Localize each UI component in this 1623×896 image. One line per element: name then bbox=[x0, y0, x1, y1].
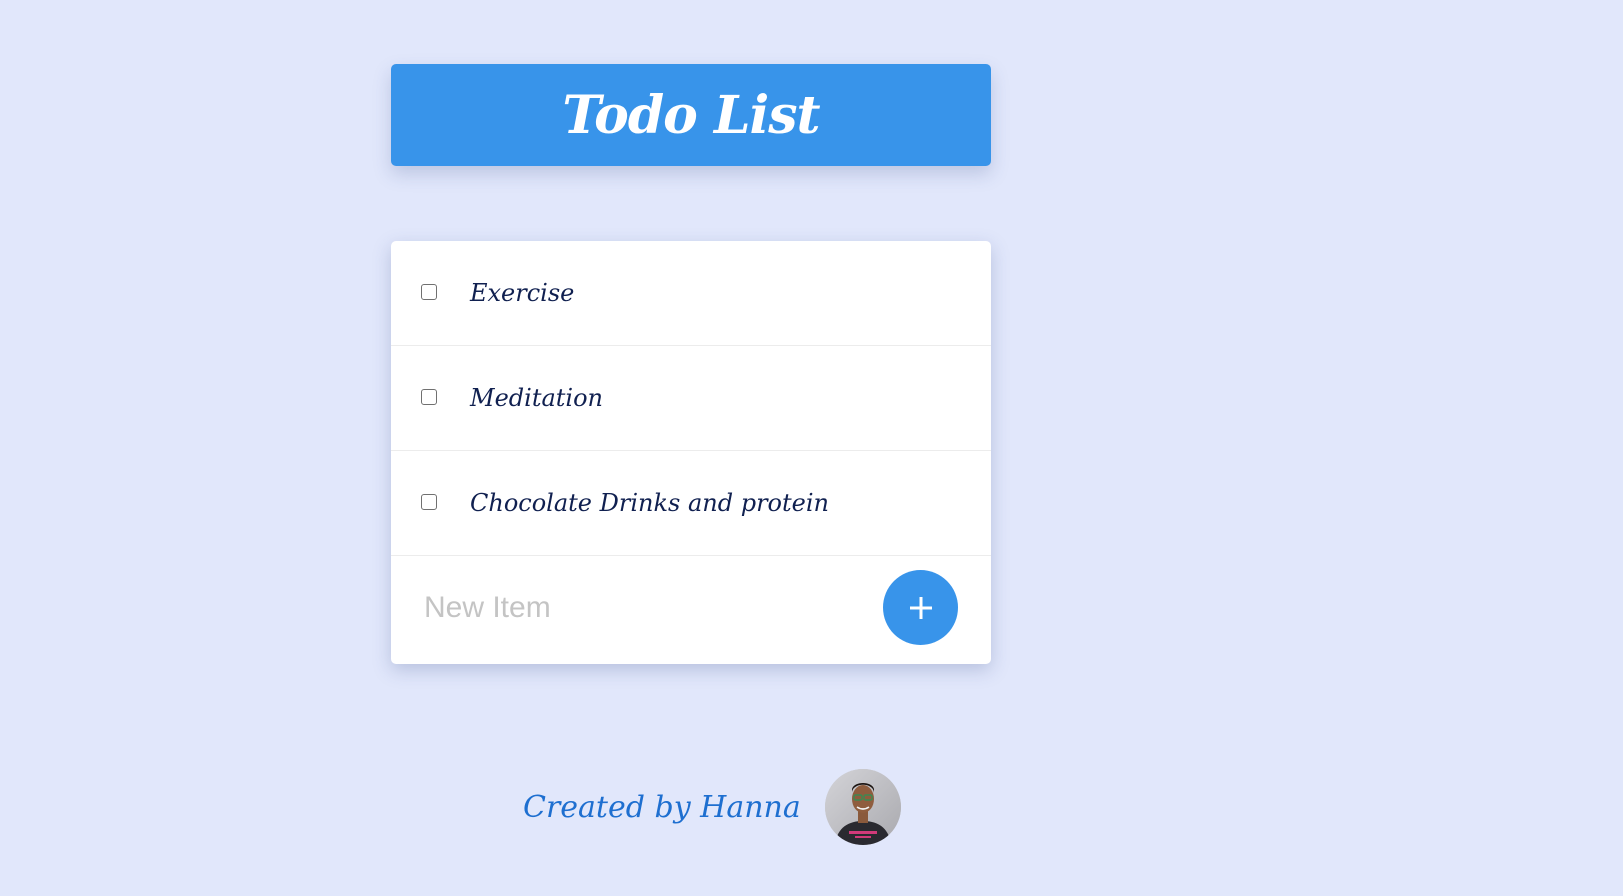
todo-item-checkbox[interactable] bbox=[421, 284, 437, 300]
plus-icon bbox=[909, 596, 932, 619]
avatar-icon bbox=[824, 769, 901, 845]
todo-item[interactable]: Chocolate Drinks and protein bbox=[391, 451, 991, 556]
todo-list-box: Exercise Meditation Chocolate Drinks and… bbox=[391, 241, 991, 664]
todo-item[interactable]: Meditation bbox=[391, 346, 991, 451]
add-item-button[interactable] bbox=[883, 570, 958, 645]
footer: Created by Hanna bbox=[523, 769, 901, 845]
todo-item-checkbox[interactable] bbox=[421, 389, 437, 405]
todo-item-label: Exercise bbox=[470, 279, 575, 307]
todo-item-checkbox[interactable] bbox=[421, 494, 437, 510]
new-item-form bbox=[391, 556, 991, 659]
page-title: Todo List bbox=[562, 84, 820, 146]
created-by-text: Created by Hanna bbox=[523, 789, 801, 825]
todo-item[interactable]: Exercise bbox=[391, 241, 991, 346]
todo-item-label: Meditation bbox=[470, 384, 603, 412]
avatar bbox=[824, 769, 901, 845]
todo-item-label: Chocolate Drinks and protein bbox=[470, 489, 829, 517]
new-item-input[interactable] bbox=[424, 590, 824, 625]
header-banner: Todo List bbox=[391, 64, 991, 166]
